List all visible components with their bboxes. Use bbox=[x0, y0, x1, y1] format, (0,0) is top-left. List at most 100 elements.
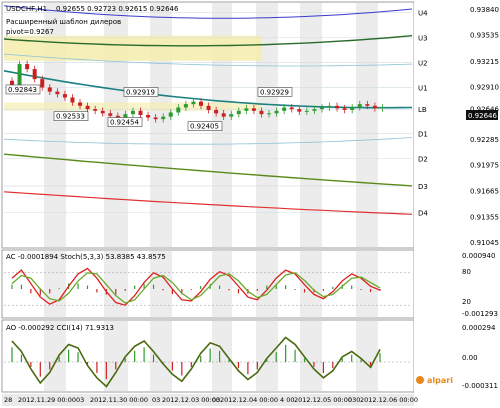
price-tag: 0.92843 bbox=[5, 84, 41, 95]
candle-body bbox=[17, 64, 22, 88]
oscillator-label: AC -0.0001894 Stoch(5,3,3) 53.8385 43.85… bbox=[6, 253, 166, 261]
pivot-level-label: D3 bbox=[418, 183, 428, 191]
candle-body bbox=[365, 104, 370, 106]
lower-y-tick: -0.000311 bbox=[462, 382, 498, 390]
candle-body bbox=[85, 105, 90, 110]
candle-body bbox=[342, 108, 347, 110]
candle-body bbox=[251, 108, 256, 111]
x-tick-label: 28 bbox=[4, 396, 12, 404]
alpari-logo: alpari bbox=[416, 376, 453, 385]
logo-mark-icon bbox=[416, 376, 424, 384]
candle-body bbox=[380, 107, 385, 109]
pivot-level-label: D1 bbox=[418, 130, 428, 138]
candle-body bbox=[78, 102, 83, 106]
candle-body bbox=[206, 105, 211, 110]
candle-body bbox=[221, 113, 226, 117]
candle-body bbox=[297, 109, 302, 112]
chart-subtitle: Расширенный шаблон дилеров bbox=[6, 18, 121, 26]
osc-y-tick: 20 bbox=[462, 298, 471, 306]
osc-y-tick: -0.001293 bbox=[462, 310, 498, 318]
candle-body bbox=[168, 112, 173, 117]
candle-body bbox=[282, 107, 287, 111]
candle-body bbox=[138, 110, 143, 115]
candle-body bbox=[267, 113, 272, 115]
price-tag-text: 0.92919 bbox=[126, 88, 155, 96]
x-tick-label: 03 bbox=[76, 396, 84, 404]
logo-text: alpari bbox=[427, 376, 453, 385]
candle-body bbox=[304, 110, 309, 112]
pivot-level-label: D2 bbox=[418, 155, 428, 163]
price-tag-text: 0.92533 bbox=[56, 113, 85, 121]
osc-y-tick: 0.000940 bbox=[462, 252, 495, 260]
pivot-level-label: D4 bbox=[418, 210, 428, 218]
candle-body bbox=[312, 109, 317, 111]
candle-body bbox=[372, 105, 377, 109]
candle-body bbox=[214, 109, 219, 114]
chart-ohlc-header: 0.92655 0.92723 0.92615 0.92646 bbox=[56, 5, 179, 13]
candle-body bbox=[319, 107, 324, 110]
session-band-osc bbox=[256, 251, 278, 317]
chart-svg: 0.92843 0.92919 0.92533 0.92454 0.92405 0.929… bbox=[1, 1, 499, 406]
candle-body bbox=[32, 69, 37, 80]
candle-body bbox=[259, 110, 264, 115]
candle-body bbox=[130, 110, 135, 115]
candle-body bbox=[161, 116, 166, 120]
y-tick-label: 0.93840 bbox=[470, 6, 499, 14]
price-tag-text: 0.92454 bbox=[110, 118, 139, 126]
candle-body bbox=[55, 91, 60, 95]
candle-body bbox=[108, 113, 113, 116]
price-tag-text: 0.92929 bbox=[260, 88, 289, 96]
candle-body bbox=[146, 114, 151, 118]
candle-body bbox=[47, 87, 52, 92]
candle-body bbox=[335, 105, 340, 109]
candle-body bbox=[153, 117, 158, 120]
candle-body bbox=[70, 97, 75, 103]
session-band-lower bbox=[256, 321, 278, 391]
x-tick-label: 4 00 bbox=[280, 396, 294, 404]
chart-window: 0.92843 0.92919 0.92533 0.92454 0.92405 0.929… bbox=[0, 0, 500, 408]
candle-body bbox=[176, 107, 181, 113]
y-tick-label: 0.93535 bbox=[470, 31, 499, 39]
candle-body bbox=[357, 104, 362, 108]
price-tag: 0.92919 bbox=[123, 87, 159, 97]
candle-body bbox=[274, 110, 279, 114]
x-tick-label: 2012.11.29 00:00 bbox=[18, 396, 76, 404]
x-tick-label: 2012.11.30 00:00 bbox=[90, 396, 148, 404]
lower-label: AO -0.000292 CCI(14) 71.9313 bbox=[6, 324, 114, 332]
y-tick-label: 0.91045 bbox=[470, 239, 499, 247]
pivot-level-label: U3 bbox=[418, 34, 428, 42]
session-band-lower bbox=[356, 321, 378, 391]
price-tag: 0.92929 bbox=[257, 87, 293, 97]
candle-body bbox=[183, 104, 188, 108]
x-tick-label: 2012.12.04 00:00 bbox=[220, 396, 278, 404]
y-tick-label: 0.91975 bbox=[470, 162, 499, 170]
y-tick-label: 0.91665 bbox=[470, 188, 499, 196]
pivot-label: pivot=0.9267 bbox=[6, 28, 54, 36]
candle-body bbox=[289, 107, 294, 110]
osc-y-tick: 80 bbox=[462, 268, 471, 276]
candle-body bbox=[236, 110, 241, 115]
x-tick-label: 03 bbox=[152, 396, 160, 404]
x-tick-label: 2012.12.06 00:00 bbox=[360, 396, 418, 404]
pivot-level-label: LB bbox=[418, 106, 427, 114]
chart-symbol-header: USDCHF,H1 bbox=[6, 5, 47, 13]
candle-body bbox=[327, 105, 332, 108]
candle-body bbox=[199, 101, 203, 106]
candle-body bbox=[40, 79, 45, 88]
pivot-level-label: U4 bbox=[418, 9, 428, 17]
candle-body bbox=[191, 101, 196, 105]
candle-body bbox=[350, 107, 355, 110]
price-tag: 0.92454 bbox=[107, 117, 143, 127]
candle-body bbox=[100, 110, 105, 114]
session-band-lower bbox=[212, 321, 232, 391]
candle-body bbox=[93, 109, 98, 111]
price-tag-text: 0.92843 bbox=[8, 86, 37, 94]
y-tick-label: 0.91355 bbox=[470, 213, 499, 221]
pivot-level-label: U2 bbox=[418, 59, 428, 67]
candle-body bbox=[229, 114, 234, 117]
candle-body bbox=[62, 94, 67, 98]
lower-y-tick: 0.000294 bbox=[462, 324, 496, 332]
current-price-label: 0.92646 bbox=[468, 112, 497, 120]
price-tag: 0.92405 bbox=[187, 121, 223, 131]
x-tick-label: 2012.12.05 00:00 bbox=[294, 396, 352, 404]
